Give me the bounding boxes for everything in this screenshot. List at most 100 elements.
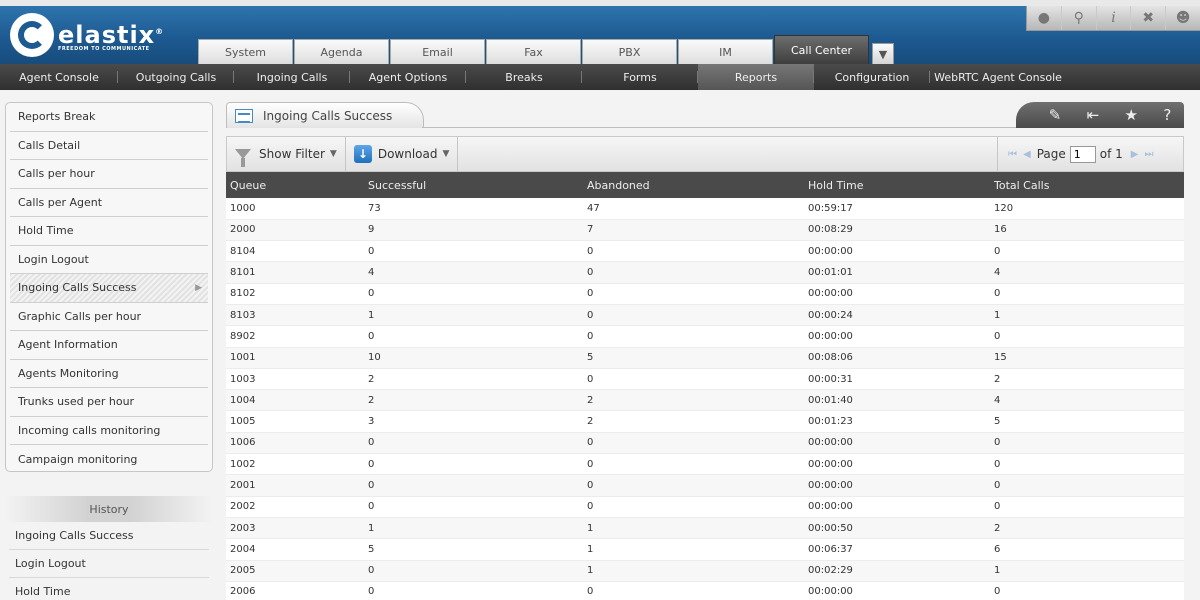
nav-ingoing-calls[interactable]: Ingoing Calls bbox=[234, 64, 350, 90]
cell-queue: 2005 bbox=[226, 560, 364, 582]
nav-forms[interactable]: Forms bbox=[582, 64, 698, 90]
show-filter-button[interactable]: Show Filter ▼ bbox=[227, 137, 346, 171]
nav-agent-options[interactable]: Agent Options bbox=[350, 64, 466, 90]
pagination: ⏮ ◀ Page of 1 ▶ ⏭ bbox=[997, 137, 1183, 171]
table-row: 1002 0 0 00:00:00 0 bbox=[226, 453, 1184, 476]
sidebar-item-calls-per-hour[interactable]: Calls per hour bbox=[10, 160, 208, 189]
cell-hold-time: 00:00:00 bbox=[804, 325, 990, 348]
elastix-logo[interactable]: elastix® FREEDOM TO COMMUNICATE bbox=[10, 12, 164, 58]
sidebar-item-login-logout[interactable]: Login Logout bbox=[10, 246, 208, 274]
nav-webrtc-agent-console[interactable]: WebRTC Agent Console bbox=[930, 64, 1066, 90]
column-header-queue[interactable]: Queue bbox=[226, 172, 364, 198]
cell-total-calls: 4 bbox=[990, 261, 1184, 284]
table-row: 8103 1 0 00:00:24 1 bbox=[226, 304, 1184, 327]
cell-hold-time: 00:01:40 bbox=[804, 389, 990, 412]
sidebar-item-reports-break[interactable]: Reports Break bbox=[10, 103, 208, 132]
cell-successful: 3 bbox=[364, 410, 583, 433]
prev-page-icon[interactable]: ◀ bbox=[1023, 149, 1031, 160]
next-page-icon[interactable]: ▶ bbox=[1131, 149, 1139, 160]
cell-abandoned: 1 bbox=[583, 517, 804, 540]
reports-sidebar: Reports Break Calls Detail Calls per hou… bbox=[5, 102, 213, 472]
chevron-down-icon[interactable]: ▼ bbox=[872, 43, 894, 65]
tab-im[interactable]: IM bbox=[678, 39, 773, 64]
sidebar-item-trunks-used-per-hour[interactable]: Trunks used per hour bbox=[10, 388, 208, 417]
cell-total-calls: 4 bbox=[990, 389, 1184, 412]
cell-successful: 2 bbox=[364, 368, 583, 391]
main-tabs: System Agenda Email Fax PBX IM Call Cent… bbox=[198, 35, 894, 65]
cell-abandoned: 2 bbox=[583, 410, 804, 433]
sidebar-item-campaign-monitoring[interactable]: Campaign monitoring bbox=[10, 445, 208, 474]
nav-reports[interactable]: Reports bbox=[698, 64, 814, 90]
first-page-icon[interactable]: ⏮ bbox=[1008, 149, 1017, 160]
table-row: 1006 0 0 00:00:00 0 bbox=[226, 432, 1184, 455]
tab-pbx[interactable]: PBX bbox=[582, 39, 677, 64]
tools-icon[interactable]: ✖ bbox=[1131, 6, 1167, 30]
cell-queue: 1002 bbox=[226, 453, 364, 476]
cell-queue: 8104 bbox=[226, 240, 364, 263]
sidebar-item-agents-monitoring[interactable]: Agents Monitoring bbox=[10, 360, 208, 388]
tab-system[interactable]: System bbox=[198, 39, 293, 64]
tab-email[interactable]: Email bbox=[390, 39, 485, 64]
nav-agent-console[interactable]: Agent Console bbox=[0, 64, 118, 90]
cell-total-calls: 15 bbox=[990, 347, 1184, 369]
history-item-ingoing-calls-success[interactable]: Ingoing Calls Success bbox=[9, 522, 209, 550]
cell-queue: 2001 bbox=[226, 474, 364, 497]
page-number-input[interactable] bbox=[1069, 145, 1096, 163]
info-icon[interactable]: i bbox=[1097, 6, 1132, 30]
table-row: 1004 2 2 00:01:40 4 bbox=[226, 389, 1184, 412]
cell-abandoned: 0 bbox=[583, 240, 804, 263]
cell-hold-time: 00:00:24 bbox=[804, 304, 990, 327]
sidebar-item-calls-per-agent[interactable]: Calls per Agent bbox=[10, 189, 208, 217]
table-row: 1001 10 5 00:08:06 15 bbox=[226, 347, 1184, 369]
cell-successful: 0 bbox=[364, 560, 583, 582]
cell-hold-time: 00:00:00 bbox=[804, 581, 990, 600]
cell-abandoned: 0 bbox=[583, 496, 804, 518]
column-header-successful[interactable]: Successful bbox=[364, 172, 583, 198]
logo-mark-icon bbox=[10, 13, 54, 57]
star-icon[interactable]: ★ bbox=[1125, 106, 1138, 124]
download-button[interactable]: ↓ Download ▼ bbox=[346, 137, 459, 171]
cell-queue: 8902 bbox=[226, 325, 364, 348]
cell-queue: 1004 bbox=[226, 389, 364, 412]
column-header-abandoned[interactable]: Abandoned bbox=[583, 172, 804, 198]
cell-hold-time: 00:02:29 bbox=[804, 560, 990, 582]
user-icon[interactable]: ☻ bbox=[1166, 6, 1200, 30]
edit-icon[interactable]: ✎ bbox=[1049, 106, 1062, 124]
cell-queue: 1003 bbox=[226, 368, 364, 391]
history-item-login-logout[interactable]: Login Logout bbox=[9, 550, 209, 578]
table-row: 2002 0 0 00:00:00 0 bbox=[226, 496, 1184, 518]
sidebar-item-graphic-calls-per-hour[interactable]: Graphic Calls per hour bbox=[10, 303, 208, 331]
brand-tagline: FREEDOM TO COMMUNICATE bbox=[58, 45, 150, 52]
sidebar-item-label: Ingoing Calls Success bbox=[18, 281, 137, 295]
collapse-icon[interactable]: ⇤ bbox=[1087, 106, 1100, 124]
cell-total-calls: 0 bbox=[990, 240, 1184, 263]
sidebar-item-agent-information[interactable]: Agent Information bbox=[10, 331, 208, 360]
column-header-hold-time[interactable]: Hold Time bbox=[804, 172, 990, 198]
cell-queue: 8102 bbox=[226, 283, 364, 305]
tab-agenda[interactable]: Agenda bbox=[294, 39, 389, 64]
nav-breaks[interactable]: Breaks bbox=[466, 64, 582, 90]
cell-abandoned: 5 bbox=[583, 347, 804, 369]
cell-queue: 2003 bbox=[226, 517, 364, 540]
cell-successful: 0 bbox=[364, 453, 583, 476]
search-icon[interactable]: ⚲ bbox=[1062, 6, 1097, 30]
last-page-icon[interactable]: ⏭ bbox=[1144, 149, 1153, 160]
help-icon[interactable]: ? bbox=[1163, 106, 1171, 124]
drop-icon[interactable]: ● bbox=[1027, 6, 1062, 30]
sidebar-item-calls-detail[interactable]: Calls Detail bbox=[10, 132, 208, 160]
column-header-total-calls[interactable]: Total Calls bbox=[990, 172, 1184, 198]
tab-call-center[interactable]: Call Center bbox=[774, 35, 869, 64]
cell-successful: 0 bbox=[364, 283, 583, 305]
nav-outgoing-calls[interactable]: Outgoing Calls bbox=[118, 64, 234, 90]
sidebar-item-ingoing-calls-success[interactable]: Ingoing Calls Success ▶ bbox=[10, 274, 208, 303]
table-row: 8902 0 0 00:00:00 0 bbox=[226, 325, 1184, 348]
nav-configuration[interactable]: Configuration bbox=[814, 64, 930, 90]
table-header-row: Queue Successful Abandoned Hold Time Tot… bbox=[226, 172, 1184, 198]
sidebar-item-incoming-calls-monitoring[interactable]: Incoming calls monitoring bbox=[10, 417, 208, 445]
sidebar-item-hold-time[interactable]: Hold Time bbox=[10, 217, 208, 246]
content-tools: ✎ ⇤ ★ ? bbox=[1016, 102, 1184, 128]
cell-total-calls: 0 bbox=[990, 474, 1184, 497]
tab-fax[interactable]: Fax bbox=[486, 39, 581, 64]
history-item-hold-time[interactable]: Hold Time bbox=[9, 578, 209, 600]
cell-total-calls: 0 bbox=[990, 453, 1184, 476]
